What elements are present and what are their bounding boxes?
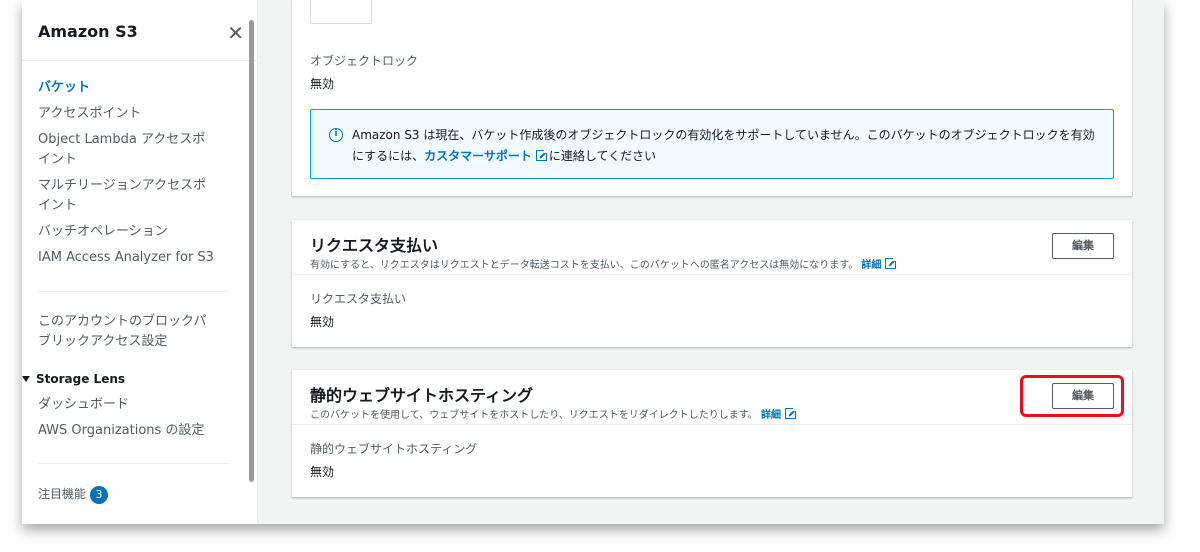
- caret-down-icon: [22, 376, 30, 382]
- sidebar-item-object-lambda[interactable]: Object Lambda アクセスポイント: [38, 130, 218, 170]
- requester-pays-detail-link[interactable]: 詳細: [861, 260, 881, 271]
- close-icon[interactable]: ✕: [227, 22, 244, 44]
- edit-button-cropped[interactable]: [310, 0, 372, 24]
- app-window: Amazon S3 ✕ バケット アクセスポイント Object Lambda …: [22, 0, 1164, 524]
- requester-pays-edit-button[interactable]: 編集: [1052, 233, 1114, 259]
- requester-pays-value: 無効: [310, 315, 335, 329]
- static-hosting-edit-button[interactable]: 編集: [1052, 383, 1114, 409]
- sidebar-item-iam-access-analyzer[interactable]: IAM Access Analyzer for S3: [38, 248, 218, 268]
- static-hosting-title: 静的ウェブサイトホスティング: [310, 386, 534, 405]
- sidebar-item-block-public-access[interactable]: このアカウントのブロックパブリックアクセス設定: [38, 312, 218, 352]
- info-icon: i: [329, 128, 343, 142]
- object-lock-value: 無効: [310, 77, 335, 91]
- divider: [38, 463, 228, 464]
- info-alert-text: Amazon S3 は現在、バケット作成後のオブジェクトロックの有効化をサポート…: [352, 125, 1102, 167]
- static-hosting-description: このバケットを使用して、ウェブサイトをホストしたり、リクエストをリダイレクトした…: [310, 406, 798, 421]
- sidebar-scrollbar[interactable]: [249, 20, 254, 482]
- sidebar-item-buckets[interactable]: バケット: [38, 78, 218, 98]
- info-text-after: に連絡してください: [548, 149, 657, 163]
- requester-pays-description: 有効にすると、リクエスタはリクエストとデータ転送コストを支払い、このバケットへの…: [310, 256, 899, 271]
- sidebar-item-access-points[interactable]: アクセスポイント: [38, 104, 218, 124]
- sidebar-item-featured[interactable]: 注目機能 3: [38, 484, 109, 504]
- sidebar-title: Amazon S3: [38, 22, 138, 41]
- sidebar-item-dashboard[interactable]: ダッシュボード: [38, 395, 228, 415]
- external-link-icon: [885, 256, 899, 269]
- description-text: このバケットを使用して、ウェブサイトをホストしたり、リクエストをリダイレクトした…: [310, 410, 758, 421]
- sidebar-item-organizations-settings[interactable]: AWS Organizations の設定: [38, 421, 228, 441]
- storage-lens-label: Storage Lens: [36, 372, 126, 386]
- info-alert: i Amazon S3 は現在、バケット作成後のオブジェクトロックの有効化をサポ…: [310, 109, 1114, 179]
- description-text: 有効にすると、リクエスタはリクエストとデータ転送コストを支払い、このバケットへの…: [310, 260, 859, 271]
- requester-pays-header: リクエスタ支払い 有効にすると、リクエスタはリクエストとデータ転送コストを支払い…: [292, 220, 1132, 275]
- storage-lens-items: ダッシュボード AWS Organizations の設定: [38, 395, 228, 447]
- featured-label: 注目機能: [38, 487, 87, 501]
- sidebar-header: Amazon S3 ✕: [38, 22, 244, 46]
- object-lock-label: オブジェクトロック: [310, 54, 419, 68]
- sidebar: Amazon S3 ✕ バケット アクセスポイント Object Lambda …: [22, 0, 258, 524]
- static-hosting-detail-link[interactable]: 詳細: [761, 410, 781, 421]
- static-hosting-header: 静的ウェブサイトホスティング このバケットを使用して、ウェブサイトをホストしたり…: [292, 370, 1132, 425]
- requester-pays-title: リクエスタ支払い: [310, 236, 439, 255]
- featured-count-badge: 3: [90, 485, 109, 504]
- sidebar-item-multi-region[interactable]: マルチリージョンアクセスポイント: [38, 176, 218, 216]
- divider: [22, 60, 258, 61]
- external-link-icon: [535, 148, 549, 161]
- requester-pays-label: リクエスタ支払い: [310, 292, 407, 306]
- sidebar-nav: バケット アクセスポイント Object Lambda アクセスポイント マルチ…: [38, 78, 218, 274]
- external-link-icon: [785, 406, 798, 419]
- storage-lens-group[interactable]: Storage Lens: [22, 370, 222, 388]
- static-hosting-label: 静的ウェブサイトホスティング: [310, 442, 478, 456]
- static-hosting-value: 無効: [310, 465, 335, 479]
- object-lock-card: オブジェクトロック 無効 i Amazon S3 は現在、バケット作成後のオブジ…: [292, 0, 1132, 196]
- sidebar-item-batch-operations[interactable]: バッチオペレーション: [38, 222, 218, 242]
- customer-support-link[interactable]: カスタマーサポート: [424, 149, 532, 163]
- static-hosting-card: 静的ウェブサイトホスティング このバケットを使用して、ウェブサイトをホストしたり…: [292, 370, 1132, 497]
- requester-pays-card: リクエスタ支払い 有効にすると、リクエスタはリクエストとデータ転送コストを支払い…: [292, 220, 1132, 347]
- divider: [38, 291, 228, 292]
